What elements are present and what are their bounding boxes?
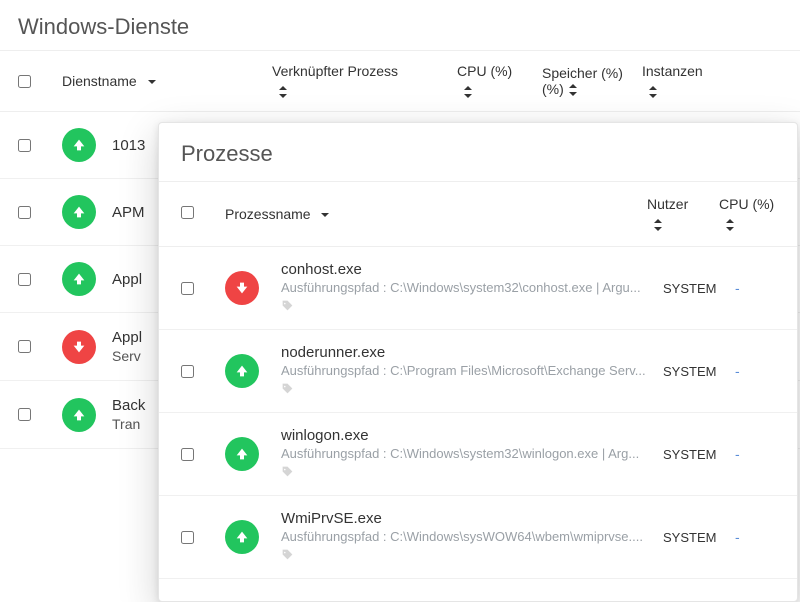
services-select-all-checkbox[interactable] (18, 75, 31, 88)
process-row[interactable]: WmiPrvSE.exe Ausführungspfad : C:\Windows… (159, 496, 797, 579)
process-user: SYSTEM (663, 447, 735, 462)
process-row-checkbox[interactable] (181, 531, 194, 544)
process-row-checkbox[interactable] (181, 365, 194, 378)
tag-icon (281, 465, 653, 481)
processes-col-cpu[interactable]: CPU (%) (719, 196, 775, 212)
services-column-headers: Dienstname Verknüpfter Prozess CPU (%) S… (0, 51, 800, 112)
processes-col-user[interactable]: Nutzer (647, 196, 719, 212)
tag-icon (281, 299, 653, 315)
process-path: Ausführungspfad : C:\Windows\system32\wi… (281, 446, 653, 461)
processes-col-name[interactable]: Prozessname (225, 206, 311, 222)
process-row[interactable]: conhost.exe Ausführungspfad : C:\Windows\… (159, 247, 797, 330)
process-user: SYSTEM (663, 530, 735, 545)
process-row-checkbox[interactable] (181, 448, 194, 461)
process-name: WmiPrvSE.exe (281, 510, 653, 527)
status-up-icon (62, 262, 96, 296)
sort-updown-icon[interactable] (278, 83, 457, 99)
process-cpu: - (735, 446, 775, 462)
process-name: conhost.exe (281, 261, 653, 278)
processes-column-headers: Prozessname Nutzer CPU (%) (159, 182, 797, 247)
sort-desc-icon[interactable] (320, 206, 330, 222)
sort-updown-icon[interactable] (648, 83, 712, 99)
service-row-checkbox[interactable] (18, 340, 31, 353)
services-col-name[interactable]: Dienstname (62, 73, 137, 89)
process-row[interactable]: winlogon.exe Ausführungspfad : C:\Windows… (159, 413, 797, 496)
status-up-icon (62, 398, 96, 432)
status-up-icon (225, 354, 259, 388)
service-row-checkbox[interactable] (18, 408, 31, 421)
process-path: Ausführungspfad : C:\Windows\system32\co… (281, 280, 653, 295)
status-up-icon (62, 128, 96, 162)
processes-select-all-checkbox[interactable] (181, 206, 194, 219)
sort-updown-icon[interactable] (463, 83, 542, 99)
services-col-cpu[interactable]: CPU (%) (457, 63, 542, 79)
process-cpu: - (735, 363, 775, 379)
services-col-memory[interactable]: Speicher (%) (542, 65, 642, 81)
process-cpu: - (735, 529, 775, 545)
service-row-checkbox[interactable] (18, 139, 31, 152)
process-user: SYSTEM (663, 364, 735, 379)
service-row-checkbox[interactable] (18, 206, 31, 219)
services-col-memory-pct: (%) (542, 81, 642, 97)
process-cpu: - (735, 280, 775, 296)
process-name: noderunner.exe (281, 344, 653, 361)
sort-updown-icon[interactable] (653, 216, 719, 232)
process-user: SYSTEM (663, 281, 735, 296)
status-up-icon (225, 520, 259, 554)
services-title: Windows-Dienste (0, 0, 800, 51)
process-name: winlogon.exe (281, 427, 653, 444)
tag-icon (281, 548, 653, 564)
tag-icon (281, 382, 653, 398)
process-row-checkbox[interactable] (181, 282, 194, 295)
processes-title: Prozesse (159, 123, 797, 182)
services-col-linked-process[interactable]: Verknüpfter Prozess (272, 63, 457, 79)
sort-updown-icon[interactable] (725, 216, 775, 232)
process-path: Ausführungspfad : C:\Windows\sysWOW64\wb… (281, 529, 653, 544)
processes-panel: Prozesse Prozessname Nutzer CPU (%) conh… (158, 122, 798, 602)
status-down-icon (225, 271, 259, 305)
sort-desc-icon[interactable] (147, 73, 157, 89)
services-col-instances[interactable]: Instanzen (642, 63, 712, 79)
process-path: Ausführungspfad : C:\Program Files\Micro… (281, 363, 653, 378)
process-row[interactable]: noderunner.exe Ausführungspfad : C:\Progr… (159, 330, 797, 413)
status-down-icon (62, 330, 96, 364)
status-up-icon (62, 195, 96, 229)
status-up-icon (225, 437, 259, 471)
service-row-checkbox[interactable] (18, 273, 31, 286)
